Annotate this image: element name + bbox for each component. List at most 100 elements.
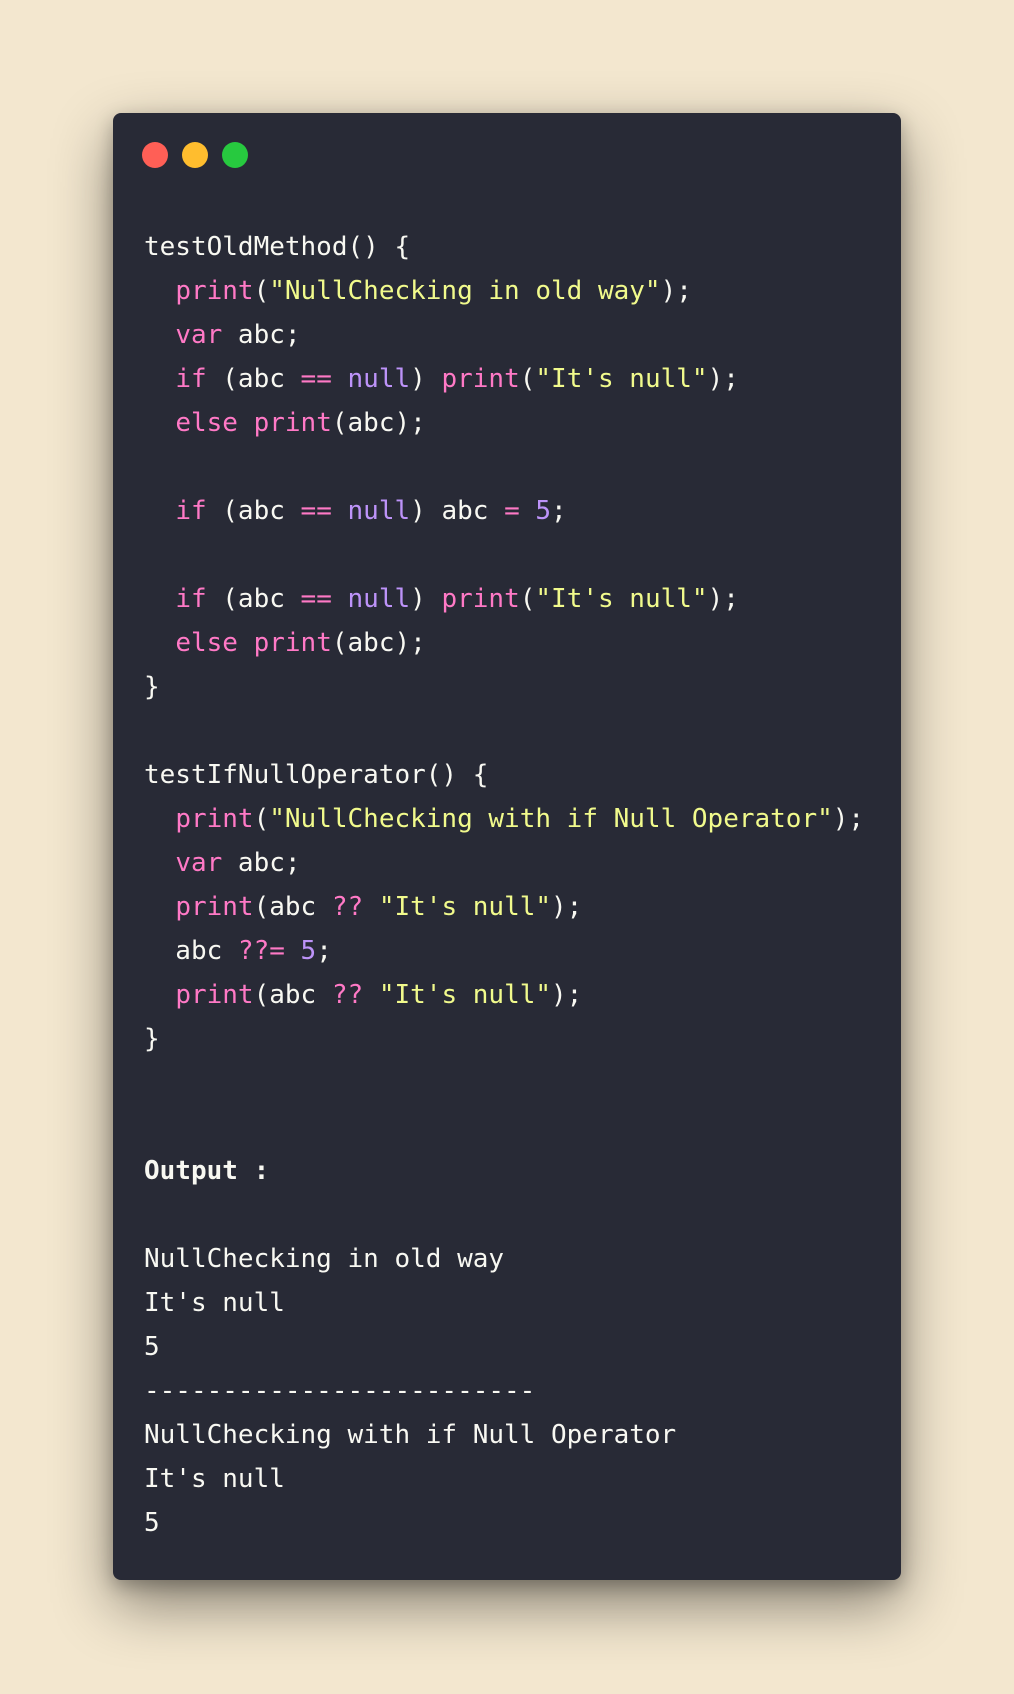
code-token: ) abc [410, 496, 505, 526]
code-token: var [175, 320, 223, 350]
code-line: 5 [144, 1501, 864, 1545]
code-line: testOldMethod() { [144, 225, 864, 269]
code-line: print(abc ?? "It's null"); [144, 973, 864, 1017]
code-token: } [144, 1024, 160, 1054]
code-line: NullChecking in old way [144, 1237, 864, 1281]
code-token: ; [316, 936, 332, 966]
code-token: else [175, 628, 238, 658]
code-token: ); [551, 892, 583, 922]
code-line: var abc; [144, 841, 864, 885]
code-token: null [347, 364, 411, 394]
code-token: abc [144, 936, 238, 966]
code-line: It's null [144, 1281, 864, 1325]
code-token: ); [707, 364, 739, 394]
code-token: (abc); [331, 628, 426, 658]
code-line: if (abc == null) print("It's null"); [144, 357, 864, 401]
code-token: 5 [144, 1332, 160, 1362]
code-token: 5 [535, 496, 552, 526]
code-token: print [175, 276, 254, 306]
code-token: var [175, 848, 223, 878]
code-line: It's null [144, 1457, 864, 1501]
code-token: if [175, 364, 207, 394]
code-token: "It's null" [535, 584, 708, 614]
code-token: ??= [237, 936, 285, 966]
code-token: == [300, 496, 332, 526]
code-token: 5 [144, 1508, 160, 1538]
code-line: } [144, 1017, 864, 1061]
code-line: else print(abc); [144, 621, 864, 665]
code-token: "NullChecking with if Null Operator" [269, 804, 833, 834]
code-token: print [175, 892, 254, 922]
code-token: print [441, 364, 520, 394]
code-line: print(abc ?? "It's null"); [144, 885, 864, 929]
code-token: print [253, 628, 332, 658]
code-token: It's null [144, 1464, 285, 1494]
code-token: null [347, 496, 411, 526]
code-line: abc ??= 5; [144, 929, 864, 973]
code-line: if (abc == null) abc = 5; [144, 489, 864, 533]
code-line: testIfNullOperator() { [144, 753, 864, 797]
minimize-dot[interactable] [182, 142, 208, 168]
code-token: testIfNullOperator() { [144, 760, 489, 790]
code-token: 5 [300, 936, 317, 966]
code-token: It's null [144, 1288, 285, 1318]
code-line: if (abc == null) print("It's null"); [144, 577, 864, 621]
code-token: ( [519, 364, 536, 394]
code-token: ?? [331, 892, 364, 922]
code-line: 5 [144, 1325, 864, 1369]
code-token: "It's null" [535, 364, 708, 394]
code-token: (abc [206, 584, 301, 614]
code-token: (abc [206, 496, 301, 526]
code-token: NullChecking in old way [144, 1244, 505, 1274]
code-token: ); [707, 584, 739, 614]
code-token: ?? [331, 980, 364, 1010]
window-controls [142, 142, 248, 168]
code-token: testOldMethod() { [144, 232, 411, 262]
code-token: else [175, 408, 238, 438]
code-token: == [300, 364, 332, 394]
code-line: var abc; [144, 313, 864, 357]
code-token: = [504, 496, 520, 526]
code-token: NullChecking with if Null Operator [144, 1420, 677, 1450]
code-token: } [144, 672, 160, 702]
code-token: ; [551, 496, 567, 526]
code-token: if [175, 584, 207, 614]
code-token: "It's null" [378, 892, 552, 922]
code-token: ); [832, 804, 865, 834]
code-token: "NullChecking in old way" [269, 276, 661, 306]
code-token: null [347, 584, 411, 614]
code-token: ); [660, 276, 692, 306]
code-token: ( [253, 276, 270, 306]
code-token: if [175, 496, 207, 526]
code-token: ) [410, 584, 442, 614]
code-token: ) [410, 364, 442, 394]
close-dot[interactable] [142, 142, 168, 168]
maximize-dot[interactable] [222, 142, 248, 168]
code-window: testOldMethod() { print("NullChecking in… [113, 113, 901, 1580]
code-token: Output : [144, 1156, 270, 1186]
code-token: (abc); [331, 408, 426, 438]
code-token: == [300, 584, 332, 614]
